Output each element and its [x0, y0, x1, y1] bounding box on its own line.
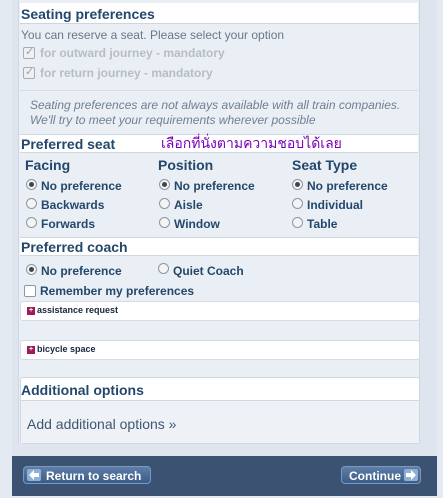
facing-no-preference-label: No preference: [41, 179, 122, 193]
seat-type-individual-radio[interactable]: [292, 198, 303, 209]
footer-bar: Return to search Continue: [12, 456, 437, 496]
coach-no-preference-radio[interactable]: [26, 264, 37, 275]
continue-button[interactable]: Continue: [341, 466, 421, 484]
return-to-search-button[interactable]: Return to search: [23, 466, 151, 484]
preferred-seat-title: Preferred seat: [21, 136, 116, 152]
seat-type-table-radio[interactable]: [292, 217, 303, 228]
return-journey-label: for return journey - mandatory: [40, 66, 213, 80]
bicycle-space-link[interactable]: + bicycle space: [20, 340, 420, 360]
position-aisle-label: Aisle: [174, 198, 203, 212]
notice-line-1: Seating preferences are not always avail…: [30, 98, 401, 112]
facing-backwards-radio[interactable]: [26, 198, 37, 209]
intro-text: You can reserve a seat. Please select yo…: [21, 28, 285, 42]
position-aisle-radio[interactable]: [159, 198, 170, 209]
plus-square-icon: +: [27, 346, 35, 354]
seat-type-no-preference-radio[interactable]: [292, 179, 303, 190]
additional-options-box: Additional options Add additional option…: [20, 377, 420, 444]
plus-square-icon: +: [27, 307, 35, 315]
seat-type-table-label: Table: [307, 217, 338, 231]
availability-notice: Seating preferences are not always avail…: [20, 90, 418, 134]
annotation-text: เลือกที่นั่งตามความชอบได้เลย: [161, 136, 342, 152]
arrow-right-icon: [404, 469, 418, 481]
preferred-coach-title: Preferred coach: [21, 239, 128, 255]
facing-no-preference-radio[interactable]: [26, 179, 37, 190]
position-no-preference-label: No preference: [174, 179, 255, 193]
additional-options-title: Additional options: [21, 382, 144, 398]
preferred-seat-header: Preferred seat เลือกที่นั่งตามความชอบได้…: [20, 134, 418, 153]
outward-journey-label: for outward journey - mandatory: [40, 46, 225, 60]
seat-type-individual-label: Individual: [307, 198, 364, 212]
seat-type-no-preference-label: No preference: [307, 179, 388, 193]
preferred-coach-header: Preferred coach: [20, 237, 418, 256]
position-window-label: Window: [174, 217, 220, 231]
facing-backwards-label: Backwards: [41, 198, 105, 212]
remember-preferences-checkbox[interactable]: [24, 285, 36, 297]
position-heading: Position: [158, 157, 214, 173]
section-header: Seating preferences: [20, 3, 418, 24]
continue-label: Continue: [349, 469, 401, 483]
coach-no-preference-label: No preference: [41, 264, 122, 278]
arrow-left-icon: [27, 469, 41, 481]
return-journey-checkbox[interactable]: [23, 65, 35, 79]
outward-journey-checkbox[interactable]: [23, 45, 35, 59]
facing-forwards-label: Forwards: [41, 217, 96, 231]
quiet-coach-label: Quiet Coach: [173, 264, 244, 278]
position-no-preference-radio[interactable]: [159, 179, 170, 190]
assistance-request-link[interactable]: + assistance request: [20, 301, 420, 321]
page-title: Seating preferences: [21, 6, 155, 22]
quiet-coach-radio[interactable]: [158, 263, 169, 274]
facing-forwards-radio[interactable]: [26, 217, 37, 228]
remember-preferences-label: Remember my preferences: [40, 284, 195, 298]
seat-type-heading: Seat Type: [292, 157, 358, 173]
bicycle-space-label: bicycle space: [37, 344, 96, 354]
position-window-radio[interactable]: [159, 217, 170, 228]
facing-heading: Facing: [25, 157, 71, 173]
return-to-search-label: Return to search: [46, 469, 142, 483]
add-additional-options-link[interactable]: Add additional options »: [27, 416, 176, 432]
assistance-request-label: assistance request: [37, 305, 119, 315]
notice-line-2: We'll try to meet your requirements wher…: [30, 113, 316, 127]
additional-options-body: Add additional options »: [21, 401, 419, 443]
